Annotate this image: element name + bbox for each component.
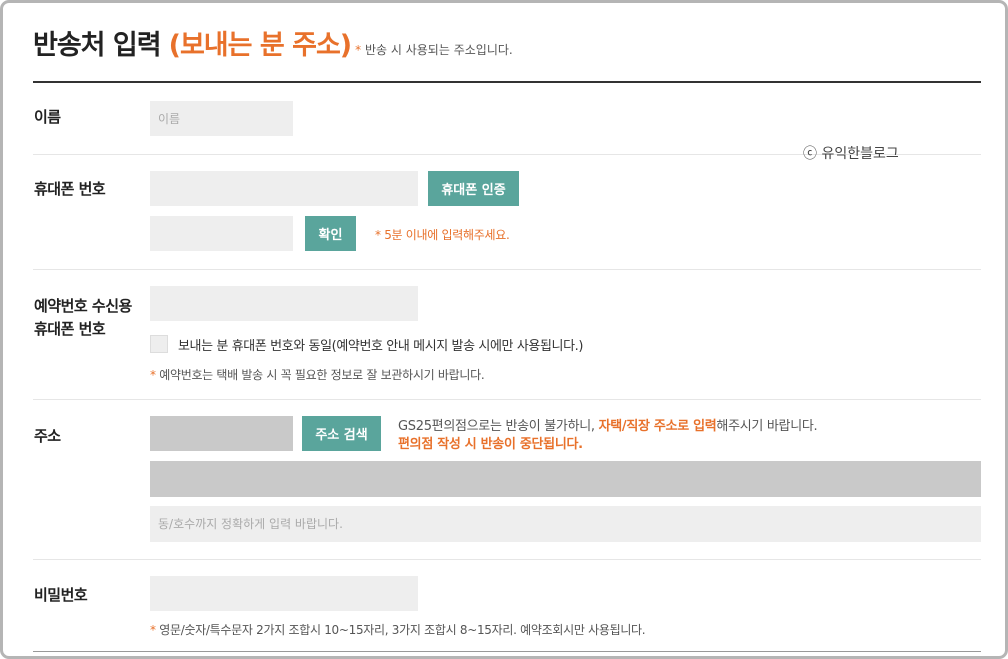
header-note-star: * [355,43,362,57]
address-label: 주소 [34,427,61,445]
address-detail-input[interactable] [150,506,981,542]
header-divider [33,81,981,83]
verification-code-input[interactable] [150,216,293,251]
address-search-button[interactable]: 주소 검색 [302,416,381,451]
page-title-accent: (보내는 분 주소) [168,30,353,61]
header-note-text: 반송 시 사용되는 주소입니다. [364,43,513,57]
address-main-input[interactable] [150,461,981,497]
timer-note: * 5분 이내에 입력해주세요. [375,228,510,242]
header-note: * 반송 시 사용되는 주소입니다. [355,41,513,58]
phone-label: 휴대폰 번호 [34,180,106,198]
name-input[interactable] [150,101,293,136]
page-title: 반송처 입력 [33,30,162,61]
postal-code-input[interactable] [150,416,293,451]
return-address-form: 반송처 입력 (보내는 분 주소) * 반송 시 사용되는 주소입니다. 이름 … [0,0,1008,659]
password-input[interactable] [150,576,418,611]
reservation-phone-input[interactable] [150,286,418,321]
row-divider [33,399,981,400]
address-warning: 편의점 작성 시 반송이 중단됩니다. [398,437,583,452]
phone-verify-button[interactable]: 휴대폰 인증 [428,171,519,206]
password-label: 비밀번호 [34,586,88,604]
password-note: * 영문/숫자/특수문자 2가지 조합시 10~15자리, 3가지 조합시 8~… [150,621,646,638]
address-info-part2: 해주시기 바랍니다. [716,419,818,434]
address-info-highlight: 자택/직장 주소로 입력 [598,419,717,434]
row-divider [33,559,981,560]
address-info-part1: GS25편의점으로는 반송이 불가하니, [398,419,599,434]
row-divider [33,269,981,270]
same-as-sender-checkbox[interactable] [150,335,168,353]
reservation-note-text: 예약번호는 택배 발송 시 꼭 필요한 정보로 잘 보관하시기 바랍니다. [159,368,485,382]
reservation-note: * 예약번호는 택배 발송 시 꼭 필요한 정보로 잘 보관하시기 바랍니다. [150,366,485,383]
form-header: 반송처 입력 (보내는 분 주소) * 반송 시 사용되는 주소입니다. [33,23,513,63]
name-label: 이름 [34,108,61,126]
confirm-button[interactable]: 확인 [305,216,356,251]
address-info: GS25편의점으로는 반송이 불가하니, 자택/직장 주소로 입력해주시기 바랍… [398,415,818,434]
reservation-note-star: * [150,368,156,382]
form-bottom-divider [33,651,981,652]
phone-input[interactable] [150,171,418,206]
same-as-sender-label[interactable]: 보내는 분 휴대폰 번호와 동일(예약번호 안내 메시지 발송 시에만 사용됩니… [178,335,583,354]
password-note-text: 영문/숫자/특수문자 2가지 조합시 10~15자리, 3가지 조합시 8~15… [159,623,646,637]
reservation-phone-label-line2: 휴대폰 번호 [34,320,106,338]
password-note-star: * [150,623,156,637]
copyright-watermark: ⓒ 유익한블로그 [803,146,899,162]
reservation-phone-label-line1: 예약번호 수신용 [34,297,132,315]
